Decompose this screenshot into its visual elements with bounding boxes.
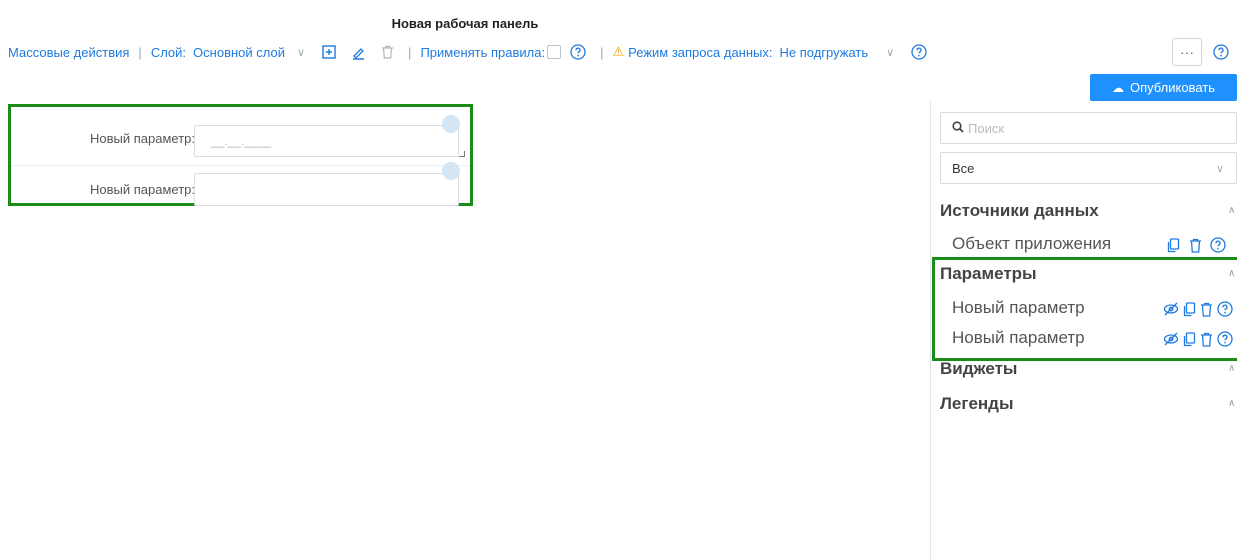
list-item[interactable]: Объект приложения [952,234,1111,254]
parameters-canvas-highlight: Новый параметр: __.__.____ Новый парамет… [8,104,473,206]
chevron-up-icon[interactable]: ∧ [1228,268,1235,279]
publish-label: Опубликовать [1129,80,1215,95]
chevron-down-icon[interactable]: ∨ [886,46,894,59]
drag-handle[interactable] [442,162,460,180]
help-icon[interactable] [1217,301,1233,322]
layer-select[interactable]: Основной слой [193,45,285,60]
section-widgets[interactable]: Виджеты [940,359,1017,379]
eye-off-icon[interactable] [1163,332,1179,351]
eye-off-icon[interactable] [1163,302,1179,321]
add-box-icon[interactable] [322,45,336,59]
warning-icon: ⚠ [612,44,625,59]
filter-value: Все [952,160,975,176]
section-legends[interactable]: Легенды [940,394,1014,414]
filter-select[interactable]: Все ∨ [940,152,1237,184]
parameter-widget[interactable]: Новый параметр: __.__.____ [11,114,470,162]
layer-label: Слой: [150,44,187,60]
query-mode-select[interactable]: Не подгружать [780,45,869,60]
parameter-input[interactable] [194,173,459,206]
section-parameters[interactable]: Параметры [940,264,1037,284]
edit-icon[interactable] [351,45,366,60]
help-icon[interactable] [1213,44,1229,65]
date-input[interactable]: __.__.____ [194,125,459,157]
item-actions [1167,237,1226,258]
resize-handle[interactable] [459,151,465,157]
search-input[interactable]: Поиск [940,112,1237,144]
query-mode-label: Режим запроса данных: [628,44,773,60]
chevron-up-icon[interactable]: ∧ [1228,363,1235,374]
trash-icon[interactable] [1189,238,1202,258]
chevron-up-icon[interactable]: ∧ [1228,205,1235,216]
copy-icon[interactable] [1183,301,1196,322]
parameter-widget[interactable]: Новый параметр: [11,162,470,213]
help-icon[interactable] [570,44,586,60]
chevron-down-icon[interactable]: ∨ [297,46,305,59]
trash-icon[interactable] [381,45,394,59]
trash-icon[interactable] [1200,302,1213,322]
more-button[interactable]: ··· [1172,38,1202,66]
divider: | [600,44,604,60]
item-actions [1163,331,1233,352]
divider: | [408,44,412,60]
drag-handle[interactable] [442,115,460,133]
item-actions [1163,301,1233,322]
apply-rules-checkbox[interactable] [547,45,562,59]
publish-button[interactable]: ☁ Опубликовать [1090,74,1237,101]
copy-icon[interactable] [1167,237,1181,258]
cloud-upload-icon: ☁ [1111,80,1124,95]
toolbar: Массовые действия | Слой: Основной слой … [8,42,932,62]
parameter-label: Новый параметр: [89,130,195,146]
section-data-sources[interactable]: Источники данных [940,201,1099,221]
bulk-actions-link[interactable]: Массовые действия [8,45,129,60]
help-icon[interactable] [1217,331,1233,352]
trash-icon[interactable] [1200,332,1213,352]
help-icon[interactable] [1210,237,1226,258]
chevron-up-icon[interactable]: ∧ [1228,398,1235,409]
search-placeholder: Поиск [968,120,1005,136]
copy-icon[interactable] [1183,331,1196,352]
sidebar-divider [930,101,931,560]
help-icon[interactable] [911,44,927,60]
list-item[interactable]: Новый параметр [952,298,1085,318]
apply-rules-label: Применять правила: [420,44,546,60]
list-item[interactable]: Новый параметр [952,328,1085,348]
search-icon [952,120,964,136]
parameter-label: Новый параметр: [89,182,195,197]
divider: | [138,44,142,60]
chevron-down-icon: ∨ [1215,162,1224,175]
page-title: Новая рабочая панель [391,16,539,31]
